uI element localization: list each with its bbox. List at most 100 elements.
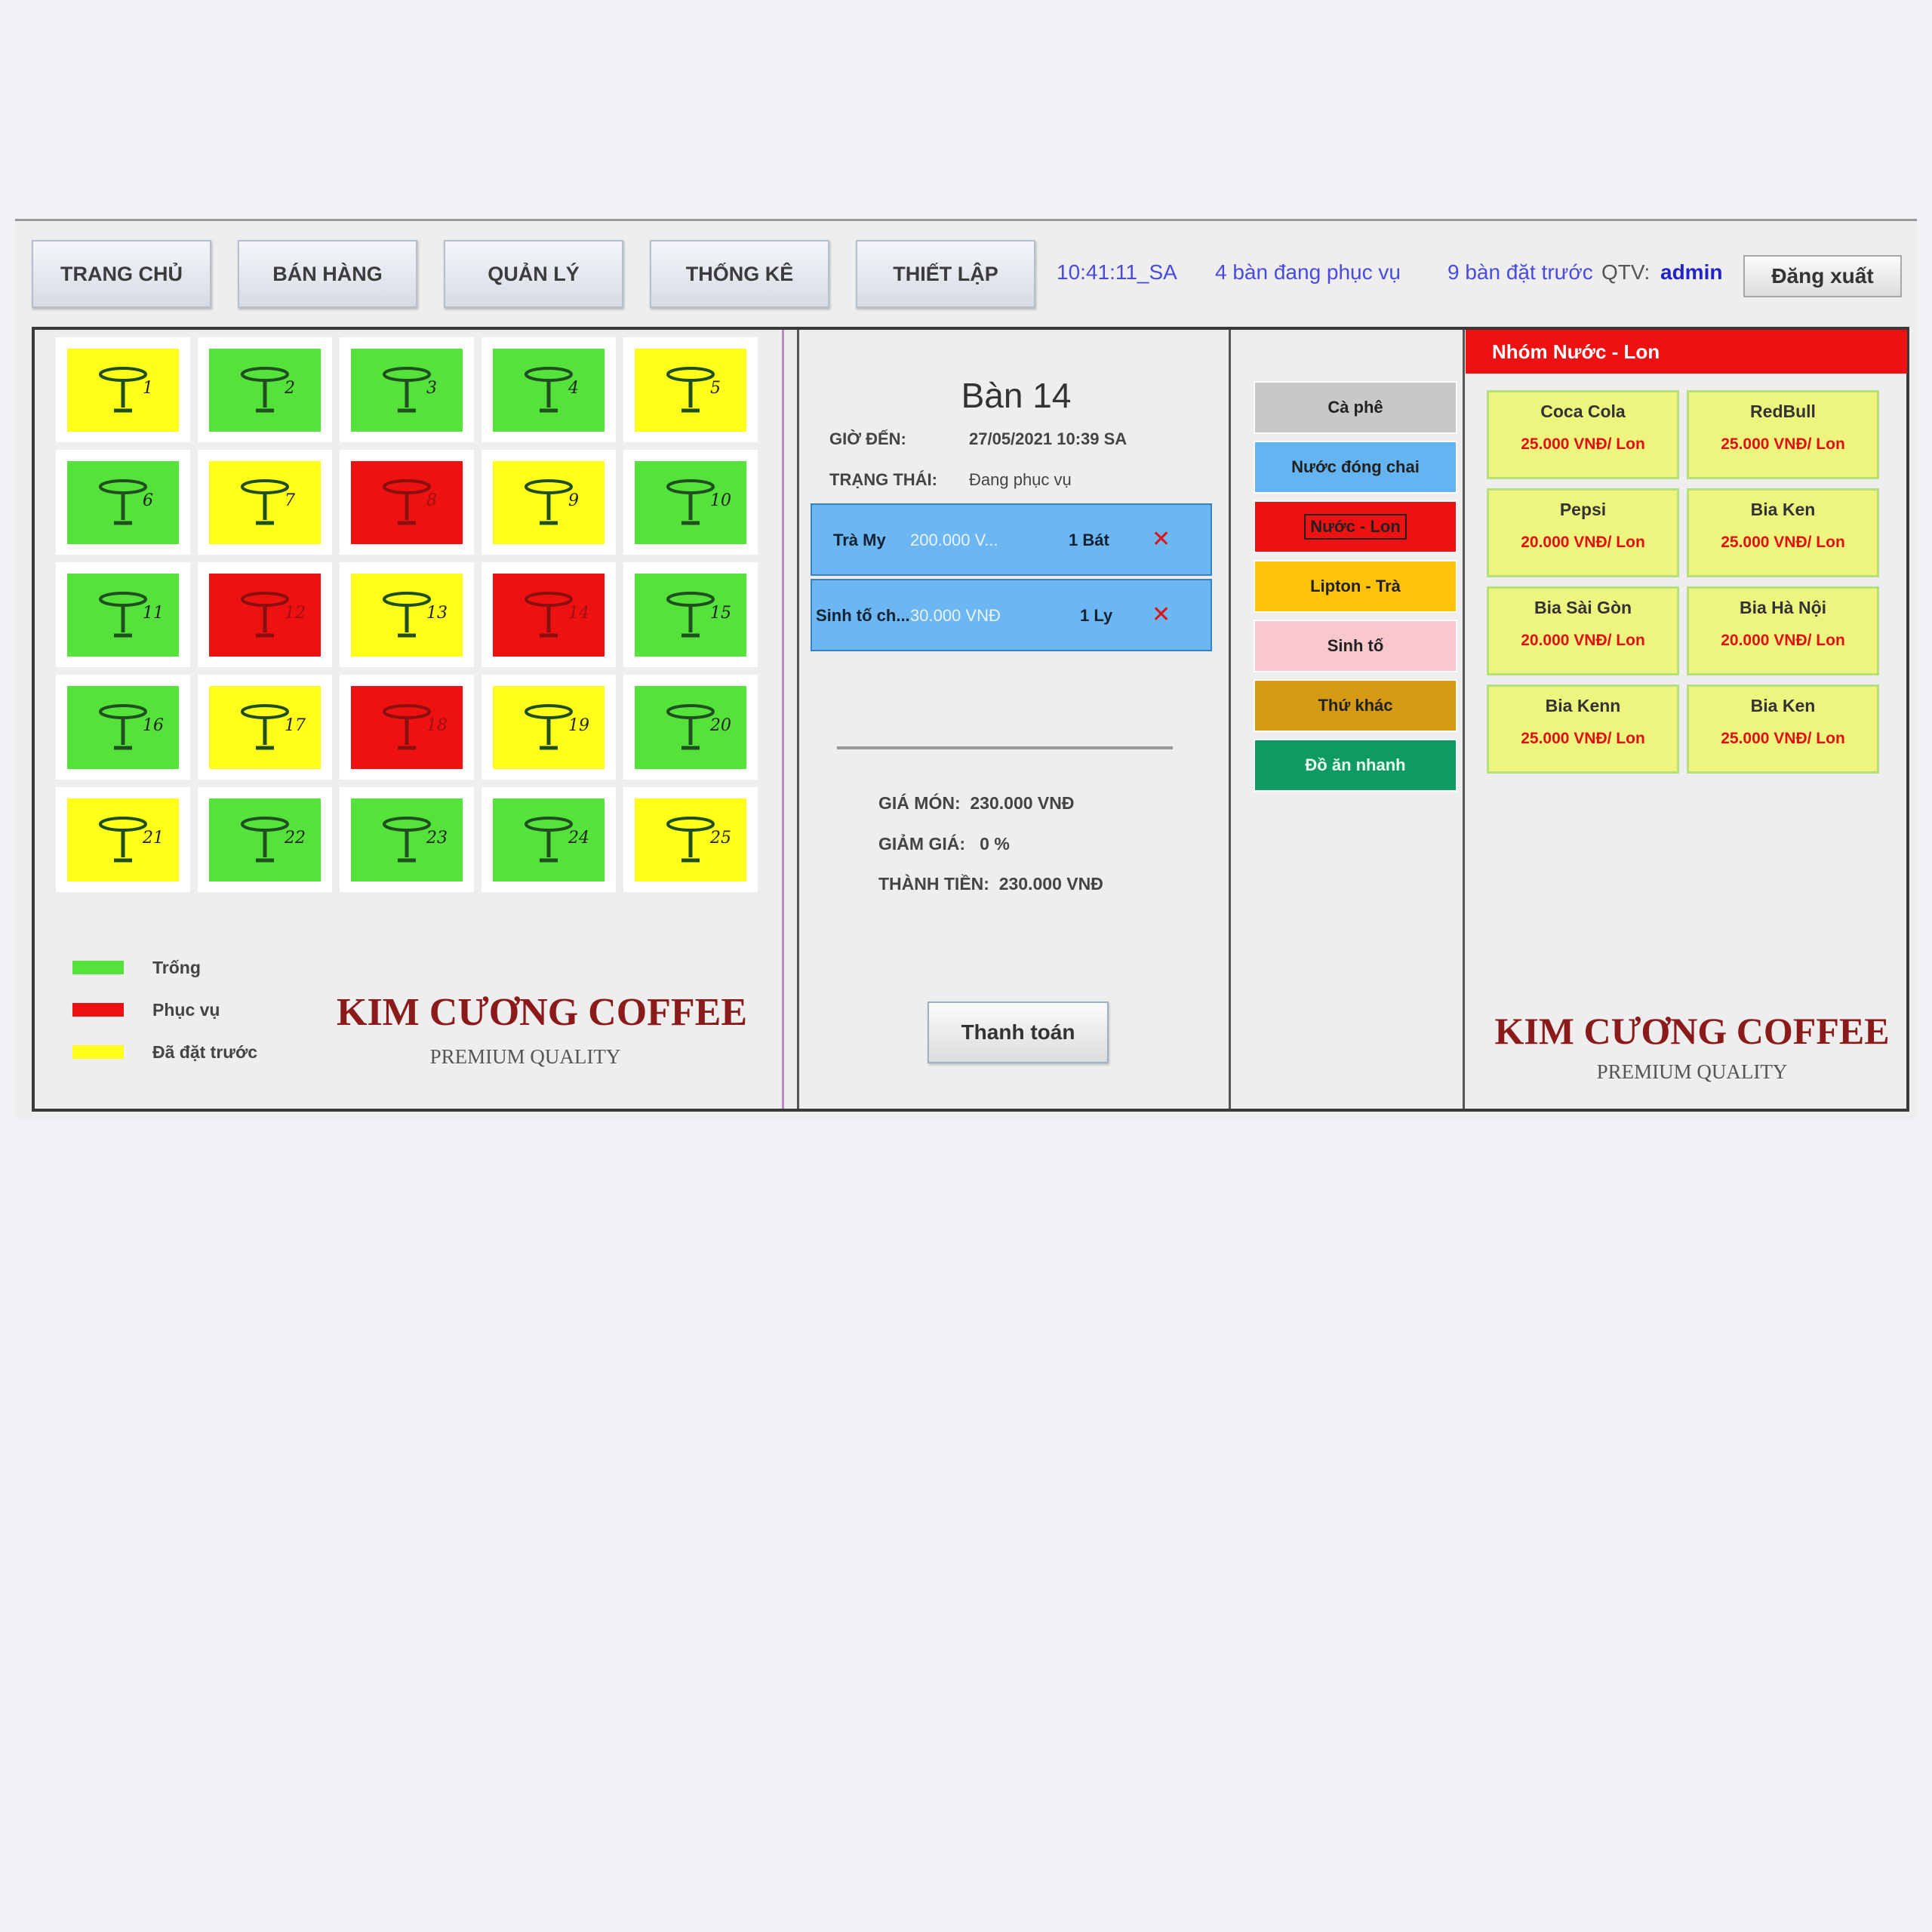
order-item-price: 30.000 VNĐ	[910, 606, 1001, 625]
nav-sales-button[interactable]: BÁN HÀNG	[238, 240, 417, 308]
order-item[interactable]: Sinh tố ch... 30.000 VNĐ 1 Ly ✕	[811, 579, 1212, 651]
table-tile: 20	[635, 685, 746, 769]
order-item[interactable]: Trà My 200.000 V... 1 Bát ✕	[811, 503, 1212, 576]
category-button[interactable]: Cà phê	[1254, 381, 1457, 434]
nav-home-button[interactable]: TRANG CHỦ	[32, 240, 211, 308]
table-tile: 17	[209, 685, 321, 769]
product-name: Pepsi	[1559, 500, 1607, 519]
table-tile: 4	[493, 348, 605, 432]
table-number: 24	[568, 828, 589, 848]
order-item-qty: 1 Bát	[1069, 531, 1109, 549]
nav-settings-button[interactable]: THIẾT LẬP	[856, 240, 1035, 308]
product-card[interactable]: Coca Cola 25.000 VNĐ/ Lon	[1487, 390, 1679, 479]
state-value: Đang phục vụ	[969, 470, 1072, 489]
category-button[interactable]: Đồ ăn nhanh	[1254, 739, 1457, 792]
legend-serving: Phục vụ	[72, 998, 220, 1021]
nav-manage-button[interactable]: QUẢN LÝ	[444, 240, 623, 308]
table-3[interactable]: 3	[340, 337, 474, 442]
order-item-name: Trà My	[833, 531, 886, 549]
table-17[interactable]: 17	[198, 675, 332, 780]
table-tile: 25	[635, 798, 746, 881]
category-button[interactable]: Nước - Lon	[1254, 500, 1457, 553]
product-card[interactable]: RedBull 25.000 VNĐ/ Lon	[1687, 390, 1879, 479]
table-4[interactable]: 4	[481, 337, 616, 442]
table-18[interactable]: 18	[340, 675, 474, 780]
product-name: Bia Hà Nội	[1739, 598, 1827, 617]
category-button[interactable]: Thứ khác	[1254, 679, 1457, 732]
table-24[interactable]: 24	[481, 787, 616, 892]
table-tile: 13	[351, 573, 463, 657]
table-number: 18	[426, 715, 448, 735]
table-tile: 1	[67, 348, 179, 432]
top-toolbar: TRANG CHỦ BÁN HÀNG QUẢN LÝ THỐNG KÊ THIẾ…	[15, 221, 1917, 319]
table-number: 10	[710, 491, 731, 510]
table-tile: 5	[635, 348, 746, 432]
order-item-name: Sinh tố ch...	[816, 606, 910, 625]
product-card[interactable]: Bia Ken 25.000 VNĐ/ Lon	[1687, 488, 1879, 577]
product-grid: Coca Cola 25.000 VNĐ/ Lon RedBull 25.000 VN…	[1487, 390, 1879, 774]
table-16[interactable]: 16	[56, 675, 190, 780]
brand-subtitle: PREMIUM QUALITY	[1596, 1060, 1788, 1083]
delete-icon[interactable]: ✕	[1152, 526, 1171, 552]
pay-button[interactable]: Thanh toán	[928, 1001, 1109, 1063]
table-number: 3	[426, 378, 437, 398]
product-card[interactable]: Pepsi 20.000 VNĐ/ Lon	[1487, 488, 1679, 577]
table-number: 23	[426, 828, 448, 848]
clock-text: 10:41:11_SA	[1057, 260, 1177, 284]
category-button[interactable]: Sinh tố	[1254, 620, 1457, 672]
table-8[interactable]: 8	[340, 450, 474, 555]
table-19[interactable]: 19	[481, 675, 616, 780]
table-21[interactable]: 21	[56, 787, 190, 892]
table-10[interactable]: 10	[623, 450, 758, 555]
reserved-count-text: 9 bàn đặt trước	[1447, 260, 1593, 284]
table-number: 19	[568, 715, 589, 735]
table-12[interactable]: 12	[198, 562, 332, 667]
table-22[interactable]: 22	[198, 787, 332, 892]
category-button[interactable]: Nước đóng chai	[1254, 441, 1457, 494]
product-name: Coca Cola	[1540, 401, 1626, 421]
category-button[interactable]: Lipton - Trà	[1254, 560, 1457, 613]
brand-name: KIM CƯƠNG COFFEE	[337, 991, 748, 1034]
logout-button[interactable]: Đăng xuất	[1743, 255, 1902, 297]
legend-serving-label: Phục vụ	[152, 999, 220, 1020]
discount-label: GIẢM GIÁ:	[878, 834, 965, 854]
table-14[interactable]: 14	[481, 562, 616, 667]
product-card[interactable]: Bia Sài Gòn 20.000 VNĐ/ Lon	[1487, 586, 1679, 675]
nav-stats-button[interactable]: THỐNG KÊ	[650, 240, 829, 308]
table-20[interactable]: 20	[623, 675, 758, 780]
product-price: 20.000 VNĐ/ Lon	[1721, 632, 1845, 649]
product-price: 25.000 VNĐ/ Lon	[1721, 435, 1845, 453]
table-7[interactable]: 7	[198, 450, 332, 555]
table-6[interactable]: 6	[56, 450, 190, 555]
table-tile: 10	[635, 460, 746, 544]
arrival-label: GIỜ ĐẾN:	[829, 429, 906, 448]
table-11[interactable]: 11	[56, 562, 190, 667]
table-15[interactable]: 15	[623, 562, 758, 667]
table-9[interactable]: 9	[481, 450, 616, 555]
discount-value: 0 %	[980, 834, 1010, 854]
table-number: 17	[285, 715, 306, 735]
table-13[interactable]: 13	[340, 562, 474, 667]
product-card[interactable]: Bia Kenn 25.000 VNĐ/ Lon	[1487, 685, 1679, 774]
table-tile: 21	[67, 798, 179, 881]
table-23[interactable]: 23	[340, 787, 474, 892]
table-5[interactable]: 5	[623, 337, 758, 442]
table-tile: 2	[209, 348, 321, 432]
discount-row: GIẢM GIÁ: 0 %	[878, 834, 1010, 854]
legend-serving-swatch	[72, 1003, 124, 1017]
order-table-title: Bàn 14	[961, 376, 1072, 415]
table-tile: 14	[493, 573, 605, 657]
product-name: Bia Sài Gòn	[1534, 598, 1632, 617]
table-tile: 23	[351, 798, 463, 881]
table-number: 2	[285, 378, 295, 398]
table-number: 25	[710, 828, 731, 848]
table-number: 21	[143, 828, 164, 848]
delete-icon[interactable]: ✕	[1152, 601, 1171, 628]
product-card[interactable]: Bia Ken 25.000 VNĐ/ Lon	[1687, 685, 1879, 774]
product-card[interactable]: Bia Hà Nội 20.000 VNĐ/ Lon	[1687, 586, 1879, 675]
table-2[interactable]: 2	[198, 337, 332, 442]
table-25[interactable]: 25	[623, 787, 758, 892]
product-price: 25.000 VNĐ/ Lon	[1721, 534, 1845, 551]
table-1[interactable]: 1	[56, 337, 190, 442]
table-number: 16	[143, 715, 164, 735]
